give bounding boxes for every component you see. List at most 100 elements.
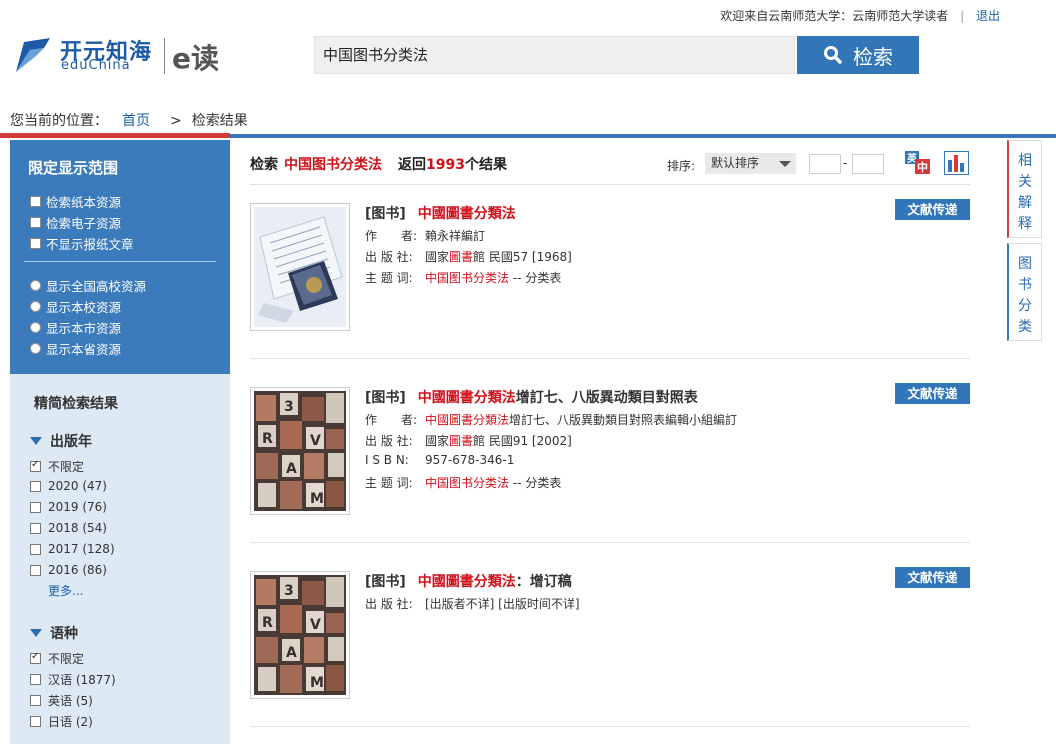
radio-circle[interactable] — [30, 322, 41, 333]
checkbox-box[interactable] — [30, 651, 41, 664]
checkbox-box[interactable] — [30, 238, 41, 249]
checkbox-box[interactable] — [30, 674, 41, 685]
breadcrumb-home-link[interactable]: 首页 — [122, 113, 150, 129]
collapse-triangle-icon — [30, 629, 42, 637]
checkbox-box[interactable] — [30, 480, 41, 492]
result-title[interactable]: [图书] 中國圖書分類法 — [365, 203, 516, 223]
lang-option-chinese[interactable]: 汉语 (1877) — [30, 671, 116, 688]
year-option-2018[interactable]: 2018 (54) — [30, 521, 107, 535]
results-suffix: 个结果 — [464, 157, 507, 173]
year-option-unlimited[interactable]: 不限定 — [30, 458, 84, 475]
year-more-link[interactable]: 更多... — [48, 582, 83, 599]
site-logo[interactable]: 开元知海 eduChina e读 — [14, 34, 229, 78]
filter-print-label: 检索纸本资源 — [46, 195, 122, 210]
checkbox-box[interactable] — [30, 695, 41, 706]
result-title[interactable]: [图书] 中國圖書分類法增訂七、八版異动類目對照表 — [365, 387, 698, 407]
radio-circle[interactable] — [30, 301, 41, 312]
bar-chart-icon[interactable] — [944, 151, 969, 175]
result-title-rest[interactable]: ：增订稿 — [516, 574, 572, 590]
refine-title: 精简检索结果 — [34, 396, 118, 412]
book-cover-image[interactable]: 3R VAM — [250, 571, 350, 699]
sort-select[interactable]: 默认排序 — [705, 153, 796, 174]
filter-no-newspaper-label: 不显示报纸文章 — [46, 237, 134, 252]
filter-no-newspaper-checkbox[interactable]: 不显示报纸文章 — [30, 234, 134, 253]
year-option-2016[interactable]: 2016 (86) — [30, 563, 107, 577]
refine-results-panel: 精简检索结果 出版年 不限定 2020 (47) 2019 (76) 2018 … — [10, 374, 230, 744]
lang-option-english[interactable]: 英语 (5) — [30, 692, 93, 709]
subject-link[interactable]: 中国图书分类法 — [425, 271, 509, 285]
filter-print-checkbox[interactable]: 检索纸本资源 — [30, 192, 121, 211]
logout-link[interactable]: 退出 — [976, 9, 1000, 23]
year-option-2019[interactable]: 2019 (76) — [30, 500, 107, 514]
lang-option-japanese[interactable]: 日语 (2) — [30, 713, 93, 730]
results-returned: 返回 — [398, 157, 426, 173]
checkbox-box[interactable] — [30, 522, 41, 534]
subject-link[interactable]: 中国图书分类法 — [425, 476, 509, 490]
year-range-end-input[interactable] — [852, 154, 884, 174]
related-explanation-tab[interactable]: 相关解释 — [1007, 140, 1042, 238]
lang-switch-icon[interactable]: 英 中 — [905, 151, 931, 175]
svg-text:A: A — [286, 645, 297, 661]
facet-year-header[interactable]: 出版年 — [30, 431, 92, 451]
scope-national-label: 显示全国高校资源 — [46, 279, 147, 294]
year-option-2017[interactable]: 2017 (128) — [30, 542, 115, 556]
filter-electronic-checkbox[interactable]: 检索电子资源 — [30, 213, 121, 232]
checkbox-box[interactable] — [30, 543, 41, 555]
result-author-row: 作 者: 中國圖書分類法增訂七、八版異動類目對照表編輯小組編訂 — [365, 411, 737, 428]
publisher-highlight: 圖書 — [449, 250, 474, 264]
year-range-start-input[interactable] — [809, 154, 841, 174]
document-delivery-button[interactable]: 文献传递 — [895, 199, 970, 220]
search-input[interactable]: 中国图书分类法 — [314, 36, 795, 74]
result-title[interactable]: [图书] 中國圖書分類法：增订稿 — [365, 571, 572, 591]
search-button[interactable]: 检索 — [797, 36, 919, 74]
checkbox-box[interactable] — [30, 501, 41, 513]
year-option-2020[interactable]: 2020 (47) — [30, 479, 107, 493]
checkbox-box[interactable] — [30, 716, 41, 727]
document-delivery-button[interactable]: 文献传递 — [895, 567, 970, 588]
result-divider — [250, 542, 970, 543]
result-author-row: 作 者: 賴永祥編訂 — [365, 227, 485, 244]
author-label: 作 者: — [365, 413, 418, 427]
result-isbn-row: I S B N: 957-678-346-1 — [365, 453, 514, 467]
facet-year-label: 出版年 — [50, 434, 92, 450]
scope-filter-panel: 限定显示范围 检索纸本资源 检索电子资源 不显示报纸文章 显示全国高校资源 显示… — [10, 140, 230, 374]
publisher-post: 館 民國91 [2002] — [473, 434, 572, 448]
svg-text:中: 中 — [917, 160, 928, 174]
author-rest: 增訂七、八版異動類目對照表編輯小組編訂 — [509, 413, 738, 427]
svg-text:M: M — [310, 675, 324, 691]
year-option-label: 2020 (47) — [48, 479, 107, 493]
author-value: 賴永祥編訂 — [425, 229, 486, 243]
checkbox-box[interactable] — [30, 564, 41, 576]
document-delivery-button[interactable]: 文献传递 — [895, 383, 970, 404]
result-title-highlight[interactable]: 中國圖書分類法 — [418, 206, 516, 222]
radio-circle[interactable] — [30, 280, 41, 291]
svg-text:3: 3 — [284, 583, 294, 599]
scope-national-radio[interactable]: 显示全国高校资源 — [30, 276, 146, 295]
scope-province-radio[interactable]: 显示本省资源 — [30, 339, 121, 358]
facet-language-header[interactable]: 语种 — [30, 623, 78, 643]
scope-province-label: 显示本省资源 — [46, 342, 122, 357]
checkbox-box[interactable] — [30, 217, 41, 228]
scope-city-radio[interactable]: 显示本市资源 — [30, 318, 121, 337]
subject-label: 主 题 词: — [365, 271, 413, 285]
related-explanation-label: 相关解释 — [1018, 153, 1032, 232]
scope-school-radio[interactable]: 显示本校资源 — [30, 297, 121, 316]
svg-text:A: A — [286, 461, 297, 477]
divider-red-segment — [0, 133, 230, 138]
checkbox-box[interactable] — [30, 196, 41, 207]
result-title-highlight[interactable]: 中國圖書分類法 — [418, 390, 516, 406]
book-cover-image[interactable] — [250, 203, 350, 331]
result-title-highlight[interactable]: 中國圖書分類法 — [418, 574, 516, 590]
radio-circle[interactable] — [30, 343, 41, 354]
result-title-rest[interactable]: 增訂七、八版異动類目對照表 — [516, 390, 698, 406]
publisher-value: [出版者不详] [出版时间不详] — [425, 597, 580, 611]
lang-option-unlimited[interactable]: 不限定 — [30, 650, 84, 667]
collapse-triangle-icon — [30, 437, 42, 445]
result-divider — [250, 358, 970, 359]
lang-option-label: 不限定 — [48, 652, 85, 666]
scope-school-label: 显示本校资源 — [46, 300, 122, 315]
book-classification-tab[interactable]: 图书分类 — [1007, 243, 1042, 341]
checkbox-box[interactable] — [30, 459, 41, 472]
book-cover-image[interactable]: 3R VAM — [250, 387, 350, 515]
result-item: 3R VAM [图书] 中國圖書分類法：增订稿 出 版 社: [出版者不详] [出版时… — [250, 567, 970, 711]
